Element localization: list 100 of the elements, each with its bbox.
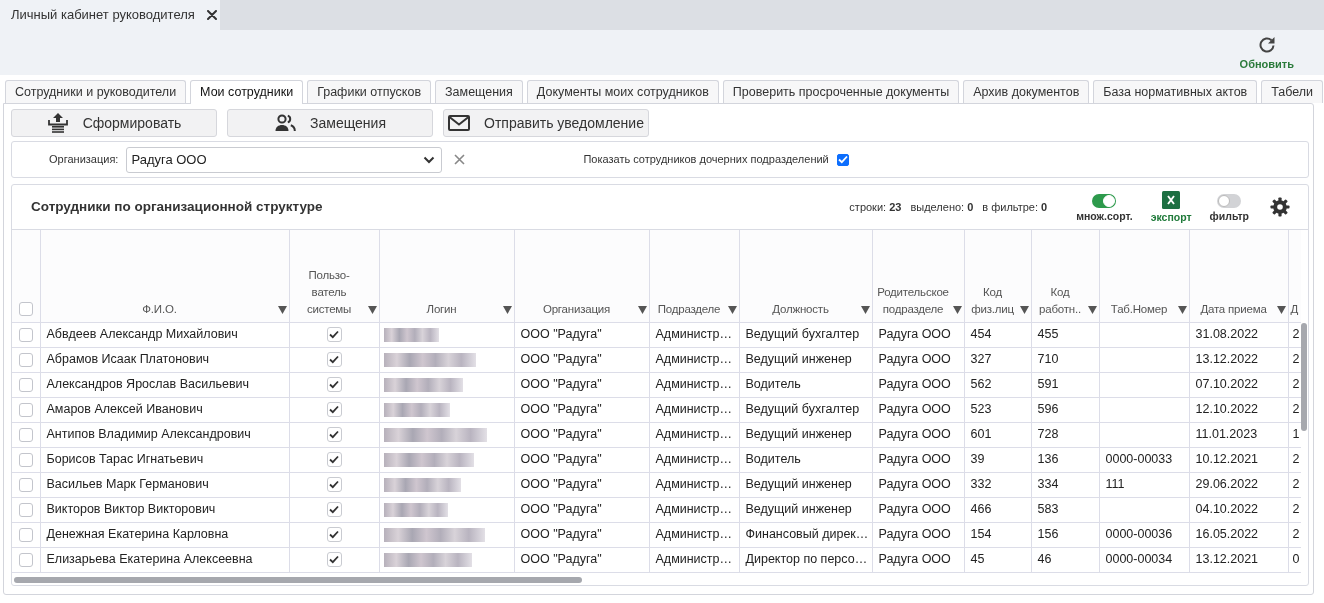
table-cell: 156: [1031, 522, 1099, 547]
sort-arrow-icon[interactable]: [727, 305, 737, 314]
row-checkbox[interactable]: [18, 377, 33, 392]
checkbox[interactable]: [836, 153, 849, 166]
sort-arrow-icon[interactable]: [952, 305, 962, 314]
envelope-icon: [448, 115, 470, 131]
tab[interactable]: Документы моих сотрудников: [526, 80, 719, 103]
table-cell: Радуга ООО: [872, 372, 964, 397]
sort-arrow-icon[interactable]: [1276, 305, 1286, 314]
column-header[interactable]: Ф.И.О.: [40, 230, 289, 322]
table-cell: ООО "Радуга": [514, 497, 649, 522]
checkbox[interactable]: [326, 352, 342, 368]
table-cell: 596: [1031, 397, 1099, 422]
checkbox[interactable]: [326, 377, 342, 393]
row-checkbox[interactable]: [18, 402, 33, 417]
checkbox[interactable]: [326, 327, 342, 343]
column-header[interactable]: Должность: [739, 230, 872, 322]
row-checkbox[interactable]: [18, 452, 33, 467]
tab[interactable]: Архив документов: [963, 80, 1090, 103]
table-cell: Денежная Екатерина Карловна: [40, 522, 289, 547]
checkbox[interactable]: [326, 477, 342, 493]
tab[interactable]: Мои сотрудники: [190, 80, 304, 104]
generate-button[interactable]: Сформировать: [11, 109, 217, 137]
table-cell: 455: [1031, 322, 1099, 347]
check-icon: [329, 355, 339, 365]
notify-button[interactable]: Отправить уведомление: [443, 109, 649, 137]
tab[interactable]: Замещения: [435, 80, 523, 103]
sort-arrow-icon[interactable]: [1177, 305, 1187, 314]
table-cell: Елизарьева Екатерина Алексеевна: [40, 547, 289, 572]
column-header[interactable]: Родительское подразделе: [872, 230, 964, 322]
pixelated-block: [383, 402, 450, 417]
sort-arrow-icon[interactable]: [367, 305, 377, 314]
check-icon: [837, 155, 848, 164]
sort-arrow-icon[interactable]: [637, 305, 647, 314]
horizontal-scrollbar[interactable]: [14, 576, 582, 583]
column-header[interactable]: Пользо- ватель системы: [289, 230, 379, 322]
sort-arrow-icon[interactable]: [502, 305, 512, 314]
tab[interactable]: Проверить просроченные документы: [722, 80, 960, 103]
table-cell: 591: [1031, 372, 1099, 397]
toggle-switch[interactable]: [1092, 193, 1117, 208]
refresh-button[interactable]: Обновить: [1239, 30, 1294, 75]
row-checkbox[interactable]: [18, 552, 33, 567]
column-header[interactable]: Код физ.лиц: [964, 230, 1031, 322]
row-checkbox[interactable]: [18, 527, 33, 542]
pixelated-block: [383, 327, 439, 342]
column-header[interactable]: Код работн..: [1031, 230, 1099, 322]
column-header[interactable]: Дата приема: [1189, 230, 1288, 322]
row-checkbox[interactable]: [18, 477, 33, 492]
toggle-switch[interactable]: [1217, 193, 1242, 208]
table-cell: ООО "Радуга": [514, 397, 649, 422]
export-button[interactable]: экспорт: [1150, 190, 1192, 224]
settings-icon[interactable]: [1270, 197, 1290, 217]
table-cell: 16.05.2022: [1189, 522, 1288, 547]
table-cell: 2: [1288, 522, 1301, 547]
table-cell: Ведущий инженер: [739, 472, 872, 497]
substitutions-button[interactable]: Замещения: [227, 109, 433, 137]
table-cell: 0: [1288, 547, 1301, 572]
table-cell: Радуга ООО: [872, 522, 964, 547]
row-checkbox[interactable]: [18, 502, 33, 517]
checkbox[interactable]: [326, 402, 342, 418]
table-cell: 39: [964, 447, 1031, 472]
sort-arrow-icon[interactable]: [1087, 305, 1097, 314]
checkbox[interactable]: [326, 427, 342, 443]
select-all-checkbox[interactable]: [19, 302, 34, 317]
tab[interactable]: Сотрудники и руководители: [5, 80, 187, 103]
table-cell: Ведущий инженер: [739, 347, 872, 372]
checkbox[interactable]: [326, 527, 342, 543]
sort-arrow-icon[interactable]: [1019, 305, 1029, 314]
column-header[interactable]: Логин: [379, 230, 514, 322]
counter-text: строки: 23: [849, 199, 902, 215]
column-header[interactable]: Таб.Номер: [1099, 230, 1189, 322]
column-header[interactable]: Подразделе: [649, 230, 739, 322]
sort-arrow-icon[interactable]: [860, 305, 870, 314]
table-cell: Васильев Марк Германович: [40, 472, 289, 497]
app-tab[interactable]: Личный кабинет руководителя: [0, 0, 220, 30]
vertical-scrollbar[interactable]: [1301, 323, 1307, 431]
organization-select[interactable]: Радуга ООО: [126, 146, 443, 173]
table-cell: Борисов Тарас Игнатьевич: [40, 447, 289, 472]
table-cell: 466: [964, 497, 1031, 522]
tab[interactable]: База нормативных актов: [1093, 80, 1258, 103]
close-icon[interactable]: [206, 10, 217, 20]
tab[interactable]: Табели: [1261, 80, 1324, 103]
table-cell: Администр…: [649, 322, 739, 347]
spreadsheet-icon: [1162, 190, 1181, 209]
table-cell: Абвдеев Александр Михайлович: [40, 322, 289, 347]
checkbox[interactable]: [326, 452, 342, 468]
people-icon: [274, 114, 297, 132]
checkbox[interactable]: [326, 502, 342, 518]
clear-icon[interactable]: [454, 154, 466, 165]
sort-arrow-icon[interactable]: [277, 305, 287, 314]
pixelated-block: [383, 502, 448, 517]
tab[interactable]: Графики отпусков: [307, 80, 432, 103]
row-checkbox[interactable]: [18, 352, 33, 367]
table-cell: 583: [1031, 497, 1099, 522]
table-cell: Ведущий инженер: [739, 422, 872, 447]
table-cell: Радуга ООО: [872, 447, 964, 472]
row-checkbox[interactable]: [18, 427, 33, 442]
row-checkbox[interactable]: [18, 327, 33, 342]
checkbox[interactable]: [326, 552, 342, 568]
column-header[interactable]: Организация: [514, 230, 649, 322]
